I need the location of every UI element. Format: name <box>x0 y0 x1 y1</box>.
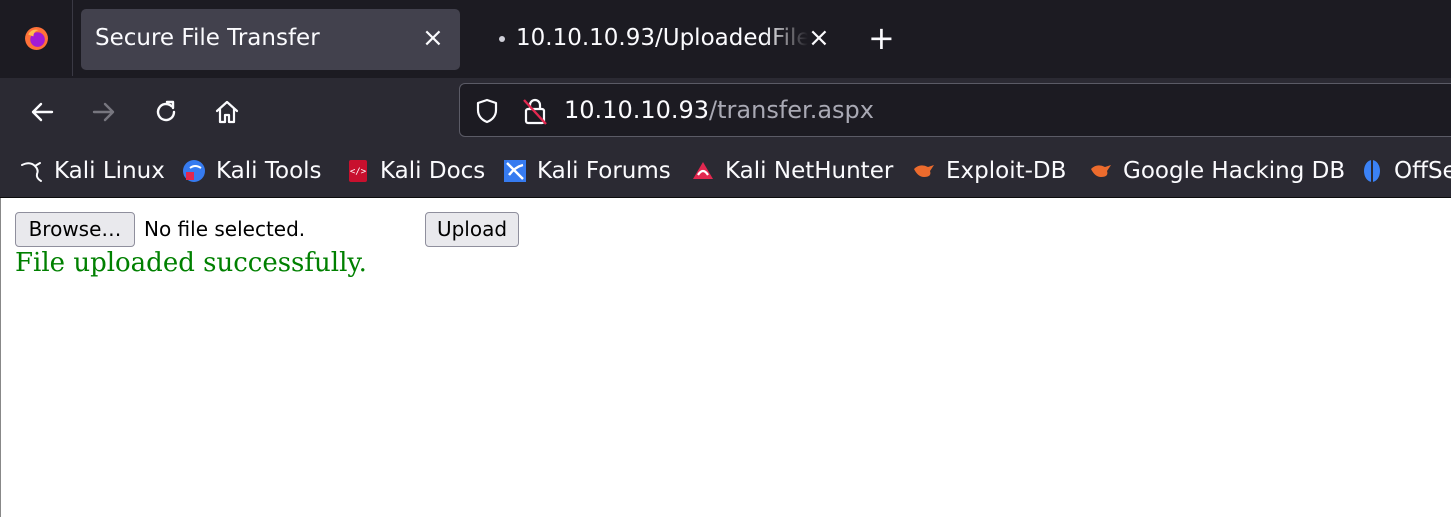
bookmarks-toolbar: Kali Linux Kali Tools </> Kali Docs Kali… <box>0 146 1451 198</box>
bookmark-label: OffSec <box>1394 158 1451 184</box>
file-status-text: No file selected. <box>144 217 306 241</box>
offsec-icon <box>1364 160 1380 182</box>
navigation-toolbar: 10.10.10.93/transfer.aspx <box>0 78 1451 146</box>
home-icon[interactable] <box>213 98 241 126</box>
bookmark-kali-docs[interactable]: </> Kali Docs <box>346 156 485 186</box>
bookmark-google-hacking-db[interactable]: Google Hacking DB <box>1089 156 1345 186</box>
tab-secure-file-transfer[interactable]: Secure File Transfer × <box>81 9 460 70</box>
kali-nethunter-icon <box>693 162 713 179</box>
tab-uploaded-files[interactable]: 10.10.10.93/UploadedFiles/ × <box>470 9 830 70</box>
bookmark-label: Kali NetHunter <box>725 158 894 184</box>
tab-attention-dot <box>499 36 505 42</box>
browser-chrome: Secure File Transfer × 10.10.10.93/Uploa… <box>0 0 1451 198</box>
firefox-menu-button[interactable] <box>0 0 73 76</box>
forward-arrow-icon[interactable] <box>90 98 118 126</box>
bookmark-label: Kali Linux <box>54 158 165 184</box>
firefox-logo-icon <box>25 27 48 50</box>
reload-icon[interactable] <box>152 98 180 126</box>
url-text: 10.10.10.93/transfer.aspx <box>564 96 874 124</box>
bookmark-kali-forums[interactable]: Kali Forums <box>503 156 671 186</box>
insecure-lock-icon[interactable] <box>522 96 548 126</box>
tab-close-icon[interactable]: × <box>422 25 444 51</box>
bookmark-label: Kali Docs <box>380 158 486 184</box>
tab-title: Secure File Transfer <box>95 25 320 51</box>
bookmark-kali-linux[interactable]: Kali Linux <box>20 156 165 186</box>
new-tab-button[interactable]: + <box>868 22 895 54</box>
bookmark-kali-tools[interactable]: Kali Tools <box>182 156 322 186</box>
bookmark-label: Exploit-DB <box>946 158 1067 184</box>
bookmark-exploit-db[interactable]: Exploit-DB <box>912 156 1066 186</box>
exploit-db-icon <box>914 165 934 177</box>
bookmark-label: Google Hacking DB <box>1123 158 1346 184</box>
bookmark-label: Kali Forums <box>537 158 671 184</box>
kali-dragon-icon <box>21 162 42 182</box>
kali-forums-icon <box>504 160 526 182</box>
ghdb-icon <box>1091 165 1111 177</box>
url-path: /transfer.aspx <box>709 96 874 124</box>
bookmark-label: Kali Tools <box>216 158 322 184</box>
kali-docs-icon: </> <box>349 160 367 182</box>
back-arrow-icon[interactable] <box>28 98 56 126</box>
browse-button[interactable]: Browse… <box>15 212 135 247</box>
tracking-protection-shield-icon[interactable] <box>474 97 500 125</box>
bookmark-kali-nethunter[interactable]: Kali NetHunter <box>691 156 893 186</box>
tab-title: 10.10.10.93/UploadedFiles/ <box>516 25 808 51</box>
page-content: Browse… No file selected. Upload File up… <box>0 198 1451 517</box>
url-host: 10.10.10.93 <box>564 96 710 124</box>
tab-close-icon[interactable]: × <box>808 25 830 51</box>
url-bar[interactable]: 10.10.10.93/transfer.aspx <box>459 83 1451 137</box>
tab-bar: Secure File Transfer × 10.10.10.93/Uploa… <box>0 0 1451 78</box>
kali-tools-icon <box>183 160 205 182</box>
bookmark-offsec[interactable]: OffSec <box>1360 156 1451 186</box>
upload-button[interactable]: Upload <box>425 212 519 247</box>
upload-success-message: File uploaded successfully. <box>15 248 367 278</box>
svg-text:</>: </> <box>350 167 367 177</box>
